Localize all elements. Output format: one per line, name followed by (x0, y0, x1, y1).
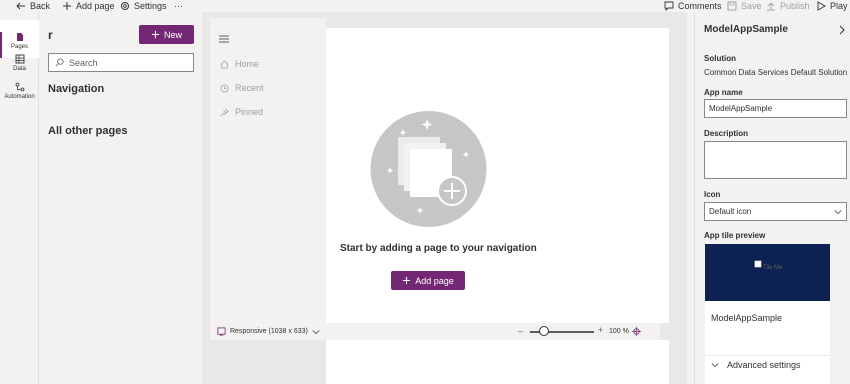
rail-item-automation[interactable]: Automation (0, 82, 39, 108)
broken-image-icon (754, 260, 762, 268)
hamburger-icon (219, 35, 229, 43)
back-label: Back (30, 1, 51, 11)
description-field[interactable] (704, 141, 847, 179)
comments-label: Comments (678, 1, 722, 11)
icon-dropdown[interactable]: Default icon (704, 202, 847, 221)
device-label: Responsive (1038 x 633) (230, 328, 308, 335)
rail-pages-label: Pages (10, 44, 28, 50)
navigation-heading: Navigation (48, 83, 105, 95)
home-icon (220, 59, 229, 69)
page-icon (16, 33, 23, 41)
new-page-label: New (163, 29, 182, 40)
flow-icon (15, 82, 24, 92)
chevron-down-icon (834, 209, 842, 214)
save-label: Save (741, 1, 762, 11)
pages-pane: r New Search Navigation All other pages (39, 12, 202, 384)
tile-divider (705, 355, 830, 356)
search-placeholder: Search (69, 57, 98, 68)
gear-icon (121, 2, 129, 10)
play-button[interactable]: Play (816, 0, 848, 12)
icon-label: Icon (704, 190, 721, 199)
add-page-canvas-label: Add page (415, 275, 454, 286)
table-icon (15, 54, 24, 64)
save-icon (727, 1, 737, 11)
search-input[interactable]: Search (48, 53, 194, 72)
tile-image-alt: Tile Me (763, 265, 783, 271)
solution-value: Common Data Services Default Solution (704, 68, 848, 77)
app-name-label: App name (704, 88, 743, 97)
command-bar: Back Add page Settings ··· Comments Save… (0, 0, 850, 12)
nav-item-pinned: Pinned (220, 107, 263, 117)
nav-home-label: Home (235, 59, 260, 69)
app-tile-preview: Tile Me ModelAppSample Advanced settings (705, 244, 830, 384)
publish-icon (767, 2, 775, 11)
device-selector[interactable]: Responsive (1038 x 633) (217, 327, 320, 336)
play-icon (817, 1, 826, 11)
zoom-slider-thumb[interactable] (539, 326, 549, 336)
tile-image: Tile Me (754, 260, 782, 271)
play-label: Play (830, 1, 848, 11)
save-button[interactable]: Save (727, 0, 762, 12)
search-icon (55, 58, 64, 67)
nav-recent-label: Recent (235, 83, 264, 93)
more-label: ··· (174, 1, 183, 11)
nav-item-home: Home (220, 59, 259, 69)
settings-button[interactable]: Settings (120, 0, 167, 12)
add-page-button[interactable]: Add page (62, 0, 115, 12)
nav-pinned-label: Pinned (235, 107, 264, 117)
solution-label: Solution (704, 54, 736, 63)
publish-label: Publish (780, 1, 810, 11)
plus-icon (151, 30, 160, 39)
icon-dropdown-value: Default icon (709, 207, 752, 216)
description-label: Description (704, 129, 749, 138)
rail-item-data[interactable]: Data (0, 54, 39, 78)
app-name-value: ModelAppSample (709, 104, 773, 113)
canvas-status-bar: Responsive (1038 x 633) – + 100 % (210, 323, 660, 340)
add-page-label: Add page (76, 1, 115, 11)
more-button[interactable]: ··· (174, 0, 183, 12)
chevron-right-icon[interactable] (838, 25, 846, 35)
publish-button[interactable]: Publish (766, 0, 810, 12)
advanced-settings-label: Advanced settings (727, 360, 801, 370)
preview-sitemap: Home Recent Pinned (210, 18, 326, 323)
app-name-field[interactable]: ModelAppSample (704, 99, 847, 118)
zoom-in-button[interactable]: + (598, 325, 603, 335)
comment-icon (664, 1, 674, 11)
tile-preview-label: App tile preview (704, 231, 766, 240)
clock-icon (220, 83, 229, 93)
new-page-button[interactable]: New (139, 25, 194, 44)
preview-main-area-lower (326, 340, 669, 384)
fit-to-screen-icon[interactable] (632, 327, 641, 336)
empty-pages-illustration-icon (370, 111, 487, 227)
pages-pane-title: r (48, 28, 53, 42)
nav-item-recent: Recent (220, 83, 264, 93)
device-icon (217, 327, 226, 336)
comments-button[interactable]: Comments (664, 0, 722, 12)
plus-icon (63, 2, 71, 10)
chevron-down-icon (711, 363, 719, 368)
empty-state-message: Start by adding a page to your navigatio… (340, 243, 537, 254)
properties-title: ModelAppSample (704, 24, 788, 35)
properties-pane: ModelAppSample Solution Common Data Serv… (694, 12, 850, 384)
left-rail: Pages Data Automation (0, 12, 39, 384)
all-other-pages-heading: All other pages (48, 125, 128, 137)
add-page-canvas-button[interactable]: Add page (391, 271, 465, 290)
tile-app-name: ModelAppSample (711, 313, 783, 323)
zoom-out-button[interactable]: – (518, 326, 523, 336)
pin-icon (220, 108, 229, 116)
settings-label: Settings (134, 1, 167, 11)
zoom-level: 100 % (609, 328, 629, 335)
rail-data-label: Data (13, 66, 26, 72)
app-tile-header: Tile Me (705, 244, 830, 301)
plus-icon (403, 276, 411, 285)
back-arrow-icon (16, 2, 25, 10)
back-button[interactable]: Back (16, 0, 50, 12)
advanced-settings-toggle[interactable]: Advanced settings (711, 360, 801, 370)
chevron-down-icon (312, 329, 320, 334)
rail-item-pages[interactable]: Pages (0, 20, 39, 58)
rail-automation-label: Automation (4, 94, 35, 100)
